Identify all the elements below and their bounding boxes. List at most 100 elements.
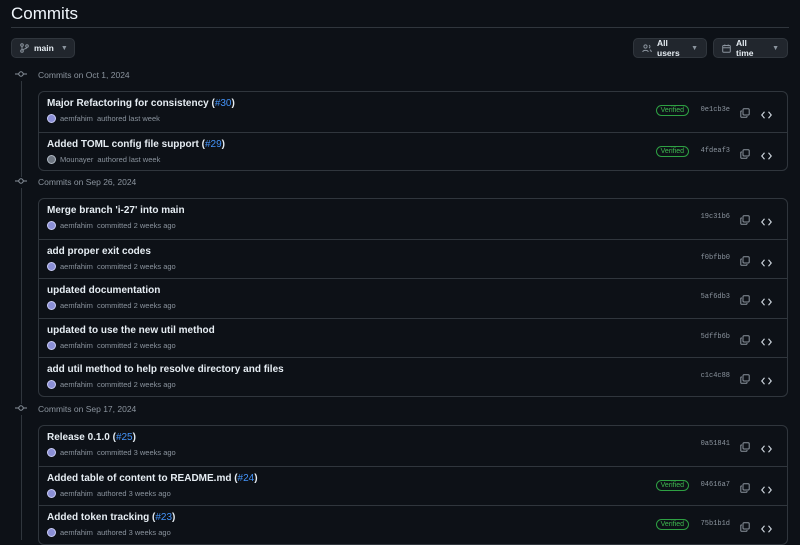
browse-code-icon[interactable] bbox=[761, 520, 772, 538]
commit-sha-link[interactable]: 5af6db3 bbox=[701, 293, 730, 301]
commit-sha-link[interactable]: f0bfbb0 bbox=[701, 254, 730, 262]
commit-sha-link[interactable]: 19c31b6 bbox=[701, 213, 730, 221]
avatar[interactable] bbox=[47, 380, 56, 390]
pull-request-link[interactable]: #30 bbox=[215, 98, 232, 109]
verified-badge[interactable]: Verified bbox=[655, 145, 689, 157]
avatar[interactable] bbox=[47, 528, 56, 538]
author-name[interactable]: aemfahim bbox=[60, 114, 93, 123]
browse-code-icon[interactable] bbox=[761, 213, 772, 231]
commit-row: Added TOML config file support (#29) Moun… bbox=[39, 131, 787, 171]
commit-title[interactable]: add proper exit codes bbox=[47, 246, 151, 257]
commit-sha-link[interactable]: 0a51841 bbox=[701, 440, 730, 448]
avatar[interactable] bbox=[47, 301, 56, 311]
commit-title[interactable]: Added TOML config file support ( bbox=[47, 139, 205, 150]
browse-code-icon[interactable] bbox=[761, 293, 772, 311]
author-name[interactable]: aemfahim bbox=[60, 262, 93, 271]
commit-title-suffix: ) bbox=[254, 472, 258, 484]
pull-request-link[interactable]: #25 bbox=[116, 432, 133, 443]
commit-group-heading: Commits on Sep 17, 2024 bbox=[15, 404, 136, 414]
commit-title[interactable]: Major Refactoring for consistency ( bbox=[47, 98, 215, 109]
commit-group-date: Commits on Sep 17, 2024 bbox=[38, 404, 137, 414]
browse-code-icon[interactable] bbox=[761, 147, 772, 165]
commit-message[interactable]: add proper exit codes bbox=[47, 246, 151, 257]
commit-message[interactable]: add util method to help resolve director… bbox=[47, 364, 284, 375]
commit-time: committed 2 weeks ago bbox=[96, 221, 176, 230]
commit-time: authored last week bbox=[97, 154, 161, 164]
commit-row: Release 0.1.0 (#25) aemfahim committed 3 w… bbox=[39, 426, 787, 466]
commit-sha-link[interactable]: 5dffb6b bbox=[701, 333, 730, 341]
commit-sha-link[interactable]: c1c4c88 bbox=[701, 372, 730, 380]
commit-message[interactable]: Added token tracking (#23) bbox=[47, 512, 175, 523]
git-commit-icon bbox=[15, 70, 27, 80]
commit-title[interactable]: Added token tracking ( bbox=[47, 512, 155, 523]
pull-request-link[interactable]: #24 bbox=[238, 473, 255, 484]
commit-message[interactable]: Added TOML config file support (#29) bbox=[47, 139, 225, 150]
time-filter-button[interactable]: All time ▼ bbox=[713, 38, 788, 58]
pull-request-link[interactable]: #23 bbox=[155, 512, 172, 523]
browse-code-icon[interactable] bbox=[761, 106, 772, 124]
copy-icon[interactable] bbox=[740, 332, 750, 350]
commit-list-card: Major Refactoring for consistency (#30) a… bbox=[38, 91, 788, 172]
copy-icon[interactable] bbox=[740, 292, 750, 310]
commit-sha-link[interactable]: 0e1cb3e bbox=[701, 106, 730, 114]
users-filter-button[interactable]: All users ▼ bbox=[633, 38, 707, 58]
branch-icon bbox=[20, 43, 29, 53]
title-divider bbox=[11, 27, 789, 28]
author-name[interactable]: aemfahim bbox=[60, 528, 93, 537]
verified-badge[interactable]: Verified bbox=[655, 105, 689, 116]
author-name[interactable]: aemfahim bbox=[60, 221, 93, 230]
author-name[interactable]: Mounayer bbox=[60, 155, 93, 164]
commit-title[interactable]: updated documentation bbox=[47, 285, 160, 296]
commit-message[interactable]: updated to use the new util method bbox=[47, 325, 215, 336]
browse-code-icon[interactable] bbox=[761, 372, 772, 390]
avatar[interactable] bbox=[47, 154, 56, 164]
avatar[interactable] bbox=[47, 340, 56, 350]
copy-icon[interactable] bbox=[740, 439, 750, 457]
browse-code-icon[interactable] bbox=[761, 333, 772, 351]
copy-icon[interactable] bbox=[740, 519, 750, 537]
commit-message[interactable]: Added table of content to README.md (#24… bbox=[47, 473, 258, 484]
commit-message[interactable]: Major Refactoring for consistency (#30) bbox=[47, 98, 235, 109]
author-name[interactable]: aemfahim bbox=[60, 301, 93, 310]
browse-code-icon[interactable] bbox=[761, 481, 772, 499]
avatar[interactable] bbox=[47, 114, 56, 123]
commit-message[interactable]: Merge branch 'i-27' into main bbox=[47, 205, 185, 216]
commit-row: Added table of content to README.md (#24… bbox=[39, 465, 787, 506]
copy-icon[interactable] bbox=[740, 212, 750, 230]
pull-request-link[interactable]: #29 bbox=[205, 139, 222, 150]
commit-meta: aemfahim committed 2 weeks ago bbox=[47, 301, 176, 311]
branch-selector-button[interactable]: main ▼ bbox=[11, 38, 75, 58]
avatar[interactable] bbox=[47, 221, 56, 230]
copy-icon[interactable] bbox=[740, 371, 750, 389]
author-name[interactable]: aemfahim bbox=[60, 341, 93, 350]
commit-title[interactable]: add util method to help resolve director… bbox=[47, 364, 284, 375]
commit-time: committed 2 weeks ago bbox=[96, 301, 176, 311]
author-name[interactable]: aemfahim bbox=[60, 448, 93, 457]
commit-sha-link[interactable]: 04616a7 bbox=[701, 481, 730, 489]
avatar[interactable] bbox=[47, 448, 56, 457]
verified-badge[interactable]: Verified bbox=[655, 479, 689, 491]
copy-icon[interactable] bbox=[740, 146, 750, 164]
author-name[interactable]: aemfahim bbox=[60, 380, 93, 389]
commit-row: Major Refactoring for consistency (#30) a… bbox=[39, 92, 787, 132]
commit-meta: aemfahim committed 2 weeks ago bbox=[47, 380, 176, 390]
copy-icon[interactable] bbox=[740, 105, 750, 123]
avatar[interactable] bbox=[47, 261, 56, 271]
commit-message[interactable]: updated documentation bbox=[47, 285, 160, 296]
commit-group-date: Commits on Oct 1, 2024 bbox=[38, 70, 130, 80]
commit-title[interactable]: Release 0.1.0 ( bbox=[47, 432, 116, 443]
browse-code-icon[interactable] bbox=[761, 254, 772, 272]
copy-icon[interactable] bbox=[740, 253, 750, 271]
commit-meta: aemfahim committed 3 weeks ago bbox=[47, 448, 176, 457]
commit-sha-link[interactable]: 4fdeaf3 bbox=[701, 147, 730, 155]
commit-message[interactable]: Release 0.1.0 (#25) bbox=[47, 432, 136, 443]
author-name[interactable]: aemfahim bbox=[60, 489, 93, 498]
commit-title-suffix: ) bbox=[231, 98, 235, 109]
verified-badge[interactable]: Verified bbox=[655, 519, 689, 531]
copy-icon[interactable] bbox=[740, 480, 750, 498]
browse-code-icon[interactable] bbox=[761, 440, 772, 458]
commit-title[interactable]: updated to use the new util method bbox=[47, 325, 215, 336]
commit-title[interactable]: Added table of content to README.md ( bbox=[47, 473, 238, 484]
avatar[interactable] bbox=[47, 488, 56, 498]
commit-title[interactable]: Merge branch 'i-27' into main bbox=[47, 205, 185, 216]
